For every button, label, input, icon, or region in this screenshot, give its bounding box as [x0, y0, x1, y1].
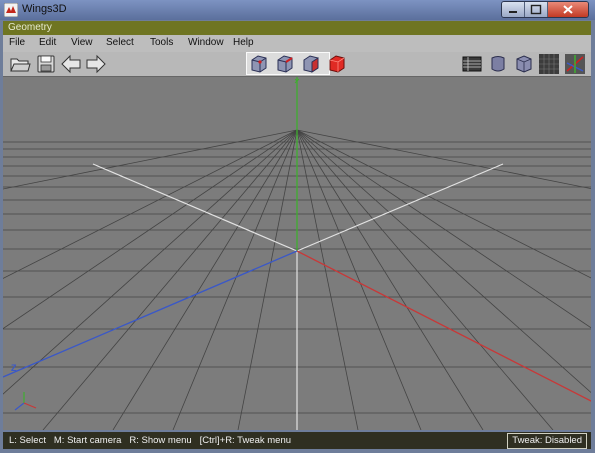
- menu-select[interactable]: Select: [106, 37, 134, 48]
- menu-file[interactable]: File: [9, 37, 25, 48]
- menu-bar: File Edit View Select Tools Window Help: [3, 35, 591, 53]
- edge-mode-icon[interactable]: [274, 53, 296, 75]
- wireframe-icon[interactable]: [538, 53, 560, 75]
- menu-view[interactable]: View: [71, 37, 93, 48]
- geometry-window-title[interactable]: Geometry: [3, 21, 591, 36]
- window-controls: [501, 1, 589, 18]
- menu-help[interactable]: Help: [233, 37, 254, 48]
- ground-grid: [3, 77, 591, 430]
- save-disk-icon[interactable]: [35, 53, 57, 75]
- close-icon: [563, 5, 573, 14]
- window-title: Wings3D: [22, 3, 67, 15]
- body-mode-icon[interactable]: [326, 53, 348, 75]
- grid-boundary-left: [92, 163, 298, 252]
- axis-gizmo: [14, 392, 37, 411]
- minimize-button[interactable]: [502, 2, 525, 17]
- mouse-hints: L: Select M: Start camera R: Show menu […: [9, 435, 292, 446]
- z-axis-line: [3, 250, 298, 378]
- menu-window[interactable]: Window: [188, 37, 224, 48]
- axes-toggle-icon[interactable]: [564, 53, 586, 75]
- title-bar[interactable]: Wings3D: [0, 0, 595, 20]
- wings3d-logo-icon: [4, 3, 18, 17]
- minimize-icon: [509, 11, 517, 13]
- x-axis-line: [296, 250, 591, 402]
- geometry-label: Geometry: [8, 22, 52, 33]
- redo-arrow-icon[interactable]: [85, 53, 107, 75]
- maximize-button[interactable]: [525, 2, 548, 17]
- 3d-viewport[interactable]: Z: [3, 77, 591, 430]
- smooth-shade-icon[interactable]: [487, 53, 509, 75]
- tweak-status[interactable]: Tweak: Disabled: [507, 433, 587, 449]
- menu-edit[interactable]: Edit: [39, 37, 56, 48]
- app-window: Wings3D Geometry File Edit View Select T…: [0, 0, 595, 453]
- close-button[interactable]: [548, 2, 588, 17]
- grid-toggle-icon[interactable]: [461, 53, 483, 75]
- menu-tools[interactable]: Tools: [150, 37, 173, 48]
- maximize-icon: [530, 4, 542, 15]
- z-axis-label: Z: [11, 363, 17, 373]
- grid-boundary-right: [296, 163, 504, 252]
- status-bar: L: Select M: Start camera R: Show menu […: [3, 432, 591, 449]
- face-mode-icon[interactable]: [300, 53, 322, 75]
- open-folder-icon[interactable]: [9, 53, 31, 75]
- toolbar: [3, 52, 591, 77]
- undo-arrow-icon[interactable]: [60, 53, 82, 75]
- vertex-mode-icon[interactable]: [248, 53, 270, 75]
- flat-shade-icon[interactable]: [513, 53, 535, 75]
